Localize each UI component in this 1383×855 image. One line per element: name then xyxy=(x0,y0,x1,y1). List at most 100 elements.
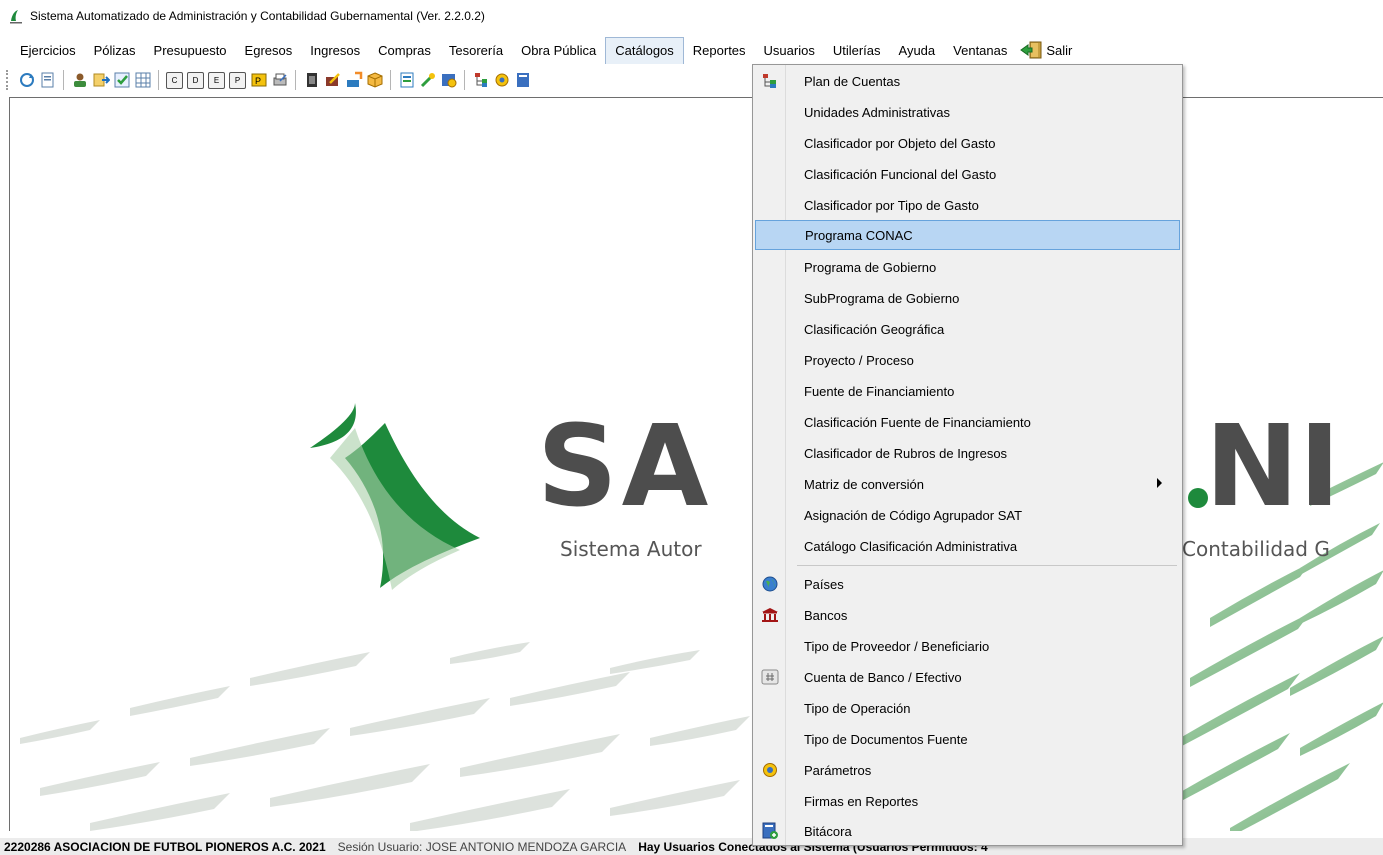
menu-item-label: Clasificador por Objeto del Gasto xyxy=(804,135,996,151)
toolbar-separator xyxy=(464,70,465,90)
logo-tagline-left: Sistema Autor xyxy=(560,537,702,561)
menu-item-clasificacion-fuente-financiamiento[interactable]: Clasificación Fuente de Financiamiento xyxy=(755,407,1180,437)
menu-item-label: Programa de Gobierno xyxy=(804,259,937,275)
menu-item-matriz-conversion[interactable]: Matriz de conversión xyxy=(755,469,1180,499)
menu-item-label: Clasificador por Tipo de Gasto xyxy=(804,197,979,213)
menu-item-label: Clasificación Geográfica xyxy=(804,321,945,337)
menu-item-plan-de-cuentas[interactable]: Plan de Cuentas xyxy=(755,66,1180,96)
menu-item-label: Matriz de conversión xyxy=(804,476,924,492)
e-icon[interactable]: E xyxy=(207,71,226,90)
budget-icon[interactable]: P xyxy=(249,71,268,90)
toolbar-grip[interactable] xyxy=(6,70,12,90)
menu-item-catalogo-clasificacion-administrativa[interactable]: Catálogo Clasificación Administrativa xyxy=(755,531,1180,561)
grid-icon[interactable] xyxy=(133,71,152,90)
c-icon[interactable]: C xyxy=(165,71,184,90)
menu-item-programa-gobierno[interactable]: Programa de Gobierno xyxy=(755,252,1180,282)
menu-tesoreria[interactable]: Tesorería xyxy=(440,37,512,64)
menu-ingresos[interactable]: Ingresos xyxy=(301,37,369,64)
users-icon[interactable] xyxy=(70,71,89,90)
globe-icon xyxy=(760,574,780,594)
menu-item-firmas-reportes[interactable]: Firmas en Reportes xyxy=(755,786,1180,816)
menu-item-label: SubPrograma de Gobierno xyxy=(804,290,960,306)
menu-item-fuente-financiamiento[interactable]: Fuente de Financiamiento xyxy=(755,376,1180,406)
menu-item-tipo-documentos-fuente[interactable]: Tipo de Documentos Fuente xyxy=(755,724,1180,754)
menu-item-bancos[interactable]: Bancos xyxy=(755,600,1180,630)
svg-text:P: P xyxy=(255,76,261,86)
toolbar-separator xyxy=(390,70,391,90)
tree-icon[interactable] xyxy=(471,71,490,90)
menu-item-label: Proyecto / Proceso xyxy=(804,352,914,368)
menu-item-asignacion-codigo-agrupador-sat[interactable]: Asignación de Código Agrupador SAT xyxy=(755,500,1180,530)
toolbar-separator xyxy=(63,70,64,90)
menu-usuarios[interactable]: Usuarios xyxy=(755,37,824,64)
hash-icon xyxy=(760,667,780,687)
menu-item-clasificador-tipo-gasto[interactable]: Clasificador por Tipo de Gasto xyxy=(755,190,1180,220)
catalog-icon[interactable] xyxy=(397,71,416,90)
menu-item-cuenta-banco-efectivo[interactable]: Cuenta de Banco / Efectivo xyxy=(755,662,1180,692)
log-icon[interactable] xyxy=(513,71,532,90)
toolbar-separator xyxy=(295,70,296,90)
menu-ejercicios[interactable]: Ejercicios xyxy=(0,37,85,64)
logo-text-left: SA xyxy=(537,402,712,532)
menu-item-tipo-proveedor-beneficiario[interactable]: Tipo de Proveedor / Beneficiario xyxy=(755,631,1180,661)
menu-compras[interactable]: Compras xyxy=(369,37,440,64)
edit-icon[interactable] xyxy=(323,71,342,90)
d-letter: D xyxy=(187,71,204,89)
menu-egresos[interactable]: Egresos xyxy=(236,37,302,64)
menu-item-label: Plan de Cuentas xyxy=(804,73,901,89)
menu-ayuda[interactable]: Ayuda xyxy=(890,37,945,64)
clipboard-icon[interactable] xyxy=(302,71,321,90)
refresh-icon[interactable] xyxy=(17,71,36,90)
menu-item-tipo-operacion[interactable]: Tipo de Operación xyxy=(755,693,1180,723)
menu-item-label: Firmas en Reportes xyxy=(804,793,919,809)
import-icon[interactable] xyxy=(91,71,110,90)
menu-salir-label: Salir xyxy=(1046,42,1073,58)
check-list-icon[interactable] xyxy=(112,71,131,90)
menu-item-clasificador-objeto-gasto[interactable]: Clasificador por Objeto del Gasto xyxy=(755,128,1180,158)
status-company: 2220286 ASOCIACION DE FUTBOL PIONEROS A.… xyxy=(4,839,326,854)
catalogos-dropdown-menu: Plan de Cuentas Unidades Administrativas… xyxy=(752,64,1183,846)
submenu-arrow-icon xyxy=(1157,478,1162,488)
menu-item-label: Unidades Administrativas xyxy=(804,104,950,120)
menu-item-label: Clasificación Fuente de Financiamiento xyxy=(804,414,1031,430)
tree-icon xyxy=(760,71,780,91)
transfer-icon[interactable] xyxy=(344,71,363,90)
p-icon[interactable]: P xyxy=(228,71,247,90)
menu-polizas[interactable]: Pólizas xyxy=(85,37,145,64)
menu-item-paises[interactable]: Países xyxy=(755,569,1180,599)
menu-item-clasificacion-geografica[interactable]: Clasificación Geográfica xyxy=(755,314,1180,344)
menu-item-clasificador-rubros-ingresos[interactable]: Clasificador de Rubros de Ingresos xyxy=(755,438,1180,468)
menu-salir[interactable]: Salir xyxy=(1016,37,1081,64)
menu-item-bitacora[interactable]: Bitácora xyxy=(755,816,1180,846)
menu-presupuesto[interactable]: Presupuesto xyxy=(145,37,236,64)
settings-icon[interactable] xyxy=(492,71,511,90)
bank-icon xyxy=(760,605,780,625)
menu-utilerias[interactable]: Utilerías xyxy=(824,37,890,64)
d-icon[interactable]: D xyxy=(186,71,205,90)
toolbar: C D E P P xyxy=(6,66,766,94)
print-icon[interactable] xyxy=(270,71,289,90)
menu-catalogos[interactable]: Catálogos xyxy=(605,36,684,64)
menu-item-programa-conac[interactable]: Programa CONAC xyxy=(755,220,1180,250)
menu-reportes[interactable]: Reportes xyxy=(684,37,755,64)
menu-item-label: Parámetros xyxy=(804,762,872,778)
menu-item-subprograma-gobierno[interactable]: SubPrograma de Gobierno xyxy=(755,283,1180,313)
menu-obra-publica[interactable]: Obra Pública xyxy=(512,37,605,64)
tools-icon[interactable] xyxy=(418,71,437,90)
menu-item-proyecto-proceso[interactable]: Proyecto / Proceso xyxy=(755,345,1180,375)
menu-item-label: Bitácora xyxy=(804,823,852,839)
logo-text-right: NI xyxy=(1205,402,1340,532)
menu-item-label: Tipo de Operación xyxy=(804,700,911,716)
status-user: Sesión Usuario: JOSE ANTONIO MENDOZA GAR… xyxy=(337,839,627,854)
document-icon[interactable] xyxy=(38,71,57,90)
menu-item-unidades-administrativas[interactable]: Unidades Administrativas xyxy=(755,97,1180,127)
menu-item-clasificacion-funcional-gasto[interactable]: Clasificación Funcional del Gasto xyxy=(755,159,1180,189)
menu-ventanas[interactable]: Ventanas xyxy=(944,37,1016,64)
menu-item-parametros[interactable]: Parámetros xyxy=(755,755,1180,785)
report-icon[interactable] xyxy=(439,71,458,90)
box-icon[interactable] xyxy=(365,71,384,90)
menu-item-label: Asignación de Código Agrupador SAT xyxy=(804,507,1023,523)
logo-tagline-right: Contabilidad G xyxy=(1182,537,1330,561)
menu-item-label: Clasificador de Rubros de Ingresos xyxy=(804,445,1008,461)
menu-item-label: Fuente de Financiamiento xyxy=(804,383,955,399)
